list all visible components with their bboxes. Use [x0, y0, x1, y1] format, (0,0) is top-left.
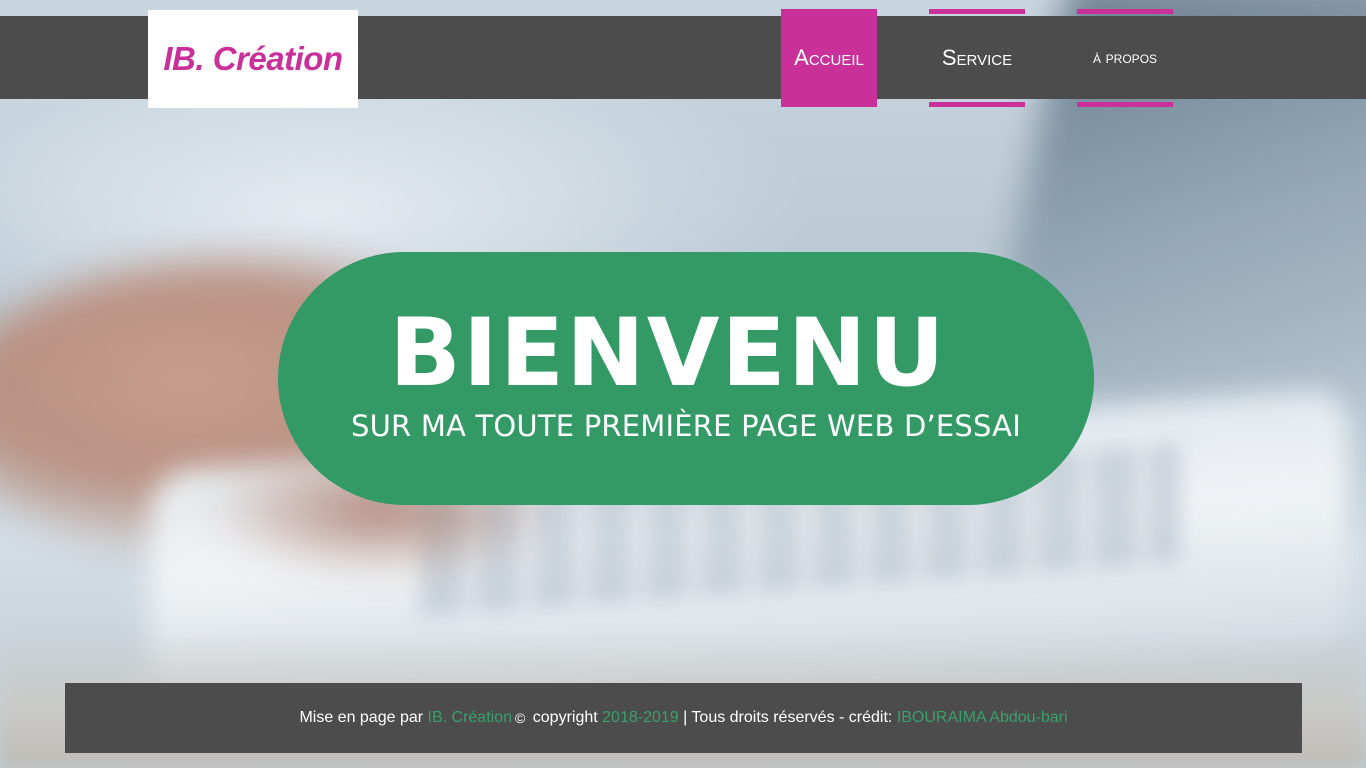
logo-text: IB. Création — [163, 40, 343, 77]
hero-subtitle: SUR MA TOUTE PREMIÈRE PAGE WEB D’ESSAI — [351, 409, 1021, 443]
footer-rights: | Tous droits réservés - crédit: — [678, 709, 897, 726]
hero-title: BIENVENU — [389, 299, 947, 408]
nav-service[interactable]: Service — [929, 9, 1025, 107]
footer-prefix: Mise en page par — [299, 709, 428, 726]
footer-bar: Mise en page par IB. Création © copyrigh… — [65, 683, 1302, 753]
hero-banner: BIENVENU SUR MA TOUTE PREMIÈRE PAGE WEB … — [278, 252, 1094, 505]
footer-years: 2018-2019 — [602, 709, 679, 726]
copyright-symbol: © — [515, 710, 526, 726]
nav-a-propos[interactable]: à propos — [1077, 9, 1173, 107]
nav-accueil[interactable]: Accueil — [781, 9, 877, 107]
footer-brand-link[interactable]: IB. Création — [428, 709, 512, 727]
footer-copyright-word: copyright — [528, 709, 603, 726]
footer-credit-link[interactable]: IBOURAIMA Abdou-bari — [897, 709, 1068, 727]
site-logo[interactable]: IB. Création — [148, 10, 358, 108]
